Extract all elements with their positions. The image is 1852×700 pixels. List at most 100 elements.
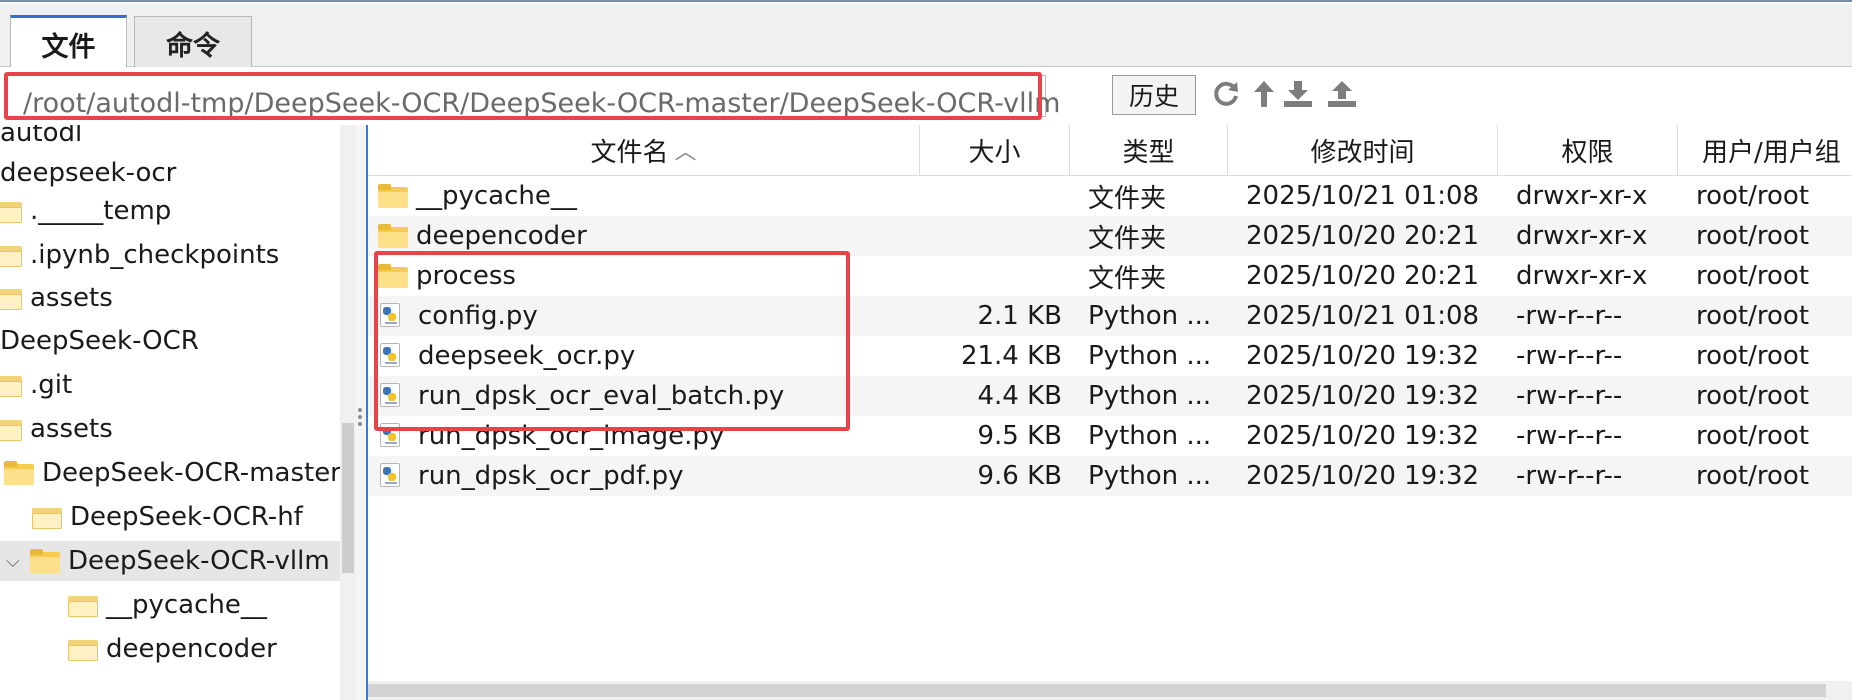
file-modified: 2025/10/21 01:08 [1246, 301, 1480, 331]
tree-item-selected[interactable]: ⌵ DeepSeek-OCR-vllm [0, 541, 356, 581]
history-button[interactable]: 历史 [1112, 75, 1196, 115]
file-name: run_dpsk_ocr_image.py [418, 421, 725, 451]
file-modified: 2025/10/20 19:32 [1246, 341, 1480, 371]
tree-item[interactable]: .ipynb_checkpoints [0, 235, 356, 275]
folder-icon [68, 637, 98, 661]
python-file-icon [380, 343, 402, 369]
file-name: deepseek_ocr.py [418, 341, 636, 371]
file-type: 文件夹 [1088, 263, 1167, 294]
python-file-icon [380, 463, 402, 489]
tree-item-label: DeepSeek-OCR [0, 326, 199, 356]
tree-item-label: autodl [0, 125, 83, 148]
tree-item-label: deepseek-ocr [0, 158, 177, 188]
tree-item-label: DeepSeek-OCR-hf [70, 502, 303, 532]
scrollbar-thumb[interactable] [368, 684, 1826, 697]
tree-item-label: .ipynb_checkpoints [30, 240, 280, 270]
file-permissions: -rw-r--r-- [1516, 341, 1623, 371]
folder-icon [0, 373, 22, 397]
tab-commands[interactable]: 命令 [134, 16, 252, 70]
tree-item-label: ._____temp [30, 196, 172, 226]
file-modified: 2025/10/20 19:32 [1246, 421, 1480, 451]
folder-icon [30, 549, 60, 573]
tree-item-label: deepencoder [106, 634, 277, 664]
folder-icon [0, 199, 22, 223]
file-row[interactable]: run_dpsk_ocr_eval_batch.py 4.4 KB Python… [368, 376, 1852, 416]
file-size: 9.6 KB [977, 461, 1063, 491]
file-owner: root/root [1696, 221, 1810, 251]
tab-bar: 文件 命令 [0, 4, 1852, 71]
folder-icon [32, 505, 62, 529]
tree-item[interactable]: .git [0, 365, 356, 405]
tree-item-label: .git [30, 370, 73, 400]
column-header-name[interactable]: 文件名 ︿ [368, 125, 920, 175]
folder-icon [0, 286, 22, 310]
folder-icon [378, 264, 408, 288]
column-label: 文件名 [590, 137, 669, 168]
tree-item-label: assets [30, 283, 113, 313]
chevron-down-icon[interactable]: ⌵ [6, 551, 24, 572]
path-toolbar: /root/autodl-tmp/DeepSeek-OCR/DeepSeek-O… [0, 67, 1852, 125]
file-row[interactable]: run_dpsk_ocr_pdf.py 9.6 KB Python ... 20… [368, 456, 1852, 496]
file-row[interactable]: __pycache__ 文件夹 2025/10/21 01:08 drwxr-x… [368, 176, 1852, 216]
file-modified: 2025/10/20 19:32 [1246, 461, 1480, 491]
folder-icon [4, 461, 34, 485]
file-size [920, 216, 1062, 256]
file-name: run_dpsk_ocr_pdf.py [418, 461, 684, 491]
tree-item[interactable]: deepseek-ocr [0, 153, 356, 193]
column-header-permissions[interactable]: 权限 [1498, 125, 1678, 175]
file-permissions: -rw-r--r-- [1516, 301, 1623, 331]
tree-item[interactable]: ._____temp [0, 191, 356, 231]
file-permissions: -rw-r--r-- [1516, 461, 1623, 491]
file-type: 文件夹 [1088, 223, 1167, 254]
file-permissions: drwxr-xr-x [1516, 261, 1648, 291]
file-permissions: -rw-r--r-- [1516, 421, 1623, 451]
tree-scrollbar[interactable] [340, 125, 356, 700]
file-modified: 2025/10/20 19:32 [1246, 381, 1480, 411]
tree-item[interactable]: assets [0, 278, 356, 318]
tree-item[interactable]: DeepSeek-OCR-master [0, 453, 356, 493]
tree-item[interactable]: assets [0, 409, 356, 449]
column-header-modified[interactable]: 修改时间 [1228, 125, 1498, 175]
file-type: Python ... [1088, 461, 1212, 491]
tree-item[interactable]: DeepSeek-OCR-hf [0, 497, 356, 537]
file-name: __pycache__ [416, 181, 577, 211]
folder-icon [378, 184, 408, 208]
tree-item[interactable]: DeepSeek-OCR [0, 321, 356, 361]
python-file-icon [380, 303, 402, 329]
file-modified: 2025/10/21 01:08 [1246, 181, 1480, 211]
file-row[interactable]: process 文件夹 2025/10/20 20:21 drwxr-xr-x … [368, 256, 1852, 296]
file-type: 文件夹 [1088, 183, 1167, 214]
tree-item-label: assets [30, 414, 113, 444]
tree-item[interactable]: deepencoder [0, 629, 356, 669]
file-row[interactable]: deepencoder 文件夹 2025/10/20 20:21 drwxr-x… [368, 216, 1852, 256]
column-header-type[interactable]: 类型 [1070, 125, 1228, 175]
file-permissions: drwxr-xr-x [1516, 181, 1648, 211]
file-row[interactable]: config.py 2.1 KB Python ... 2025/10/21 0… [368, 296, 1852, 336]
tree-item[interactable]: __pycache__ [0, 585, 356, 625]
file-size [920, 176, 1062, 216]
file-modified: 2025/10/20 20:21 [1246, 221, 1480, 251]
folder-icon [0, 243, 22, 267]
download-icon[interactable] [1282, 77, 1314, 111]
file-owner: root/root [1696, 301, 1810, 331]
file-permissions: -rw-r--r-- [1516, 381, 1623, 411]
tree-item[interactable]: autodl [0, 125, 356, 153]
file-owner: root/root [1696, 421, 1810, 451]
refresh-icon[interactable] [1210, 77, 1242, 111]
column-header-owner[interactable]: 用户/用户组 [1678, 125, 1852, 175]
horizontal-scrollbar[interactable] [368, 681, 1852, 700]
file-owner: root/root [1696, 341, 1810, 371]
scrollbar-thumb[interactable] [342, 423, 354, 573]
file-row[interactable]: run_dpsk_ocr_image.py 9.5 KB Python ... … [368, 416, 1852, 456]
file-list[interactable]: 文件名 ︿ 大小 类型 修改时间 权限 用户/用户组 __pycache__ 文件… [366, 125, 1852, 700]
tab-files[interactable]: 文件 [10, 15, 127, 71]
upload-icon[interactable] [1326, 77, 1358, 111]
file-row[interactable]: deepseek_ocr.py 21.4 KB Python ... 2025/… [368, 336, 1852, 376]
python-file-icon [380, 383, 402, 409]
folder-tree[interactable]: autodl deepseek-ocr ._____temp .ipynb_ch… [0, 125, 356, 700]
file-modified: 2025/10/20 20:21 [1246, 261, 1480, 291]
file-size: 9.5 KB [977, 421, 1063, 451]
tree-item-label: DeepSeek-OCR-vllm [68, 546, 330, 576]
column-header-size[interactable]: 大小 [920, 125, 1070, 175]
up-directory-icon[interactable] [1248, 77, 1280, 111]
